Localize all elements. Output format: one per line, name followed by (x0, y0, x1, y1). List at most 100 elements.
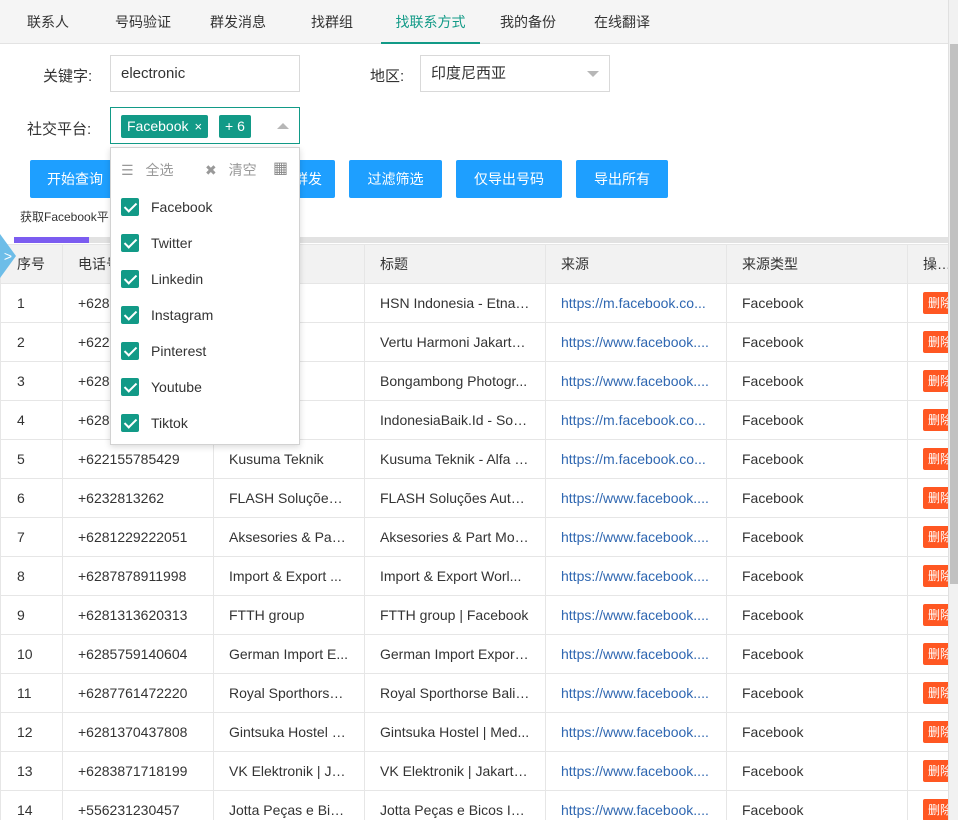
phone-cell: +6281370437808 (62, 712, 214, 752)
checkbox-checked-icon[interactable] (121, 198, 139, 216)
tab-online-translate[interactable]: 在线翻译 (586, 0, 658, 44)
dropdown-option-linkedin[interactable]: Linkedin (111, 261, 299, 297)
column-header[interactable]: 来源 (545, 244, 727, 284)
tab-find-groups[interactable]: 找群组 (304, 0, 360, 44)
tab-my-backup[interactable]: 我的备份 (492, 0, 564, 44)
delete-button[interactable]: 删除 (923, 292, 948, 314)
source-link[interactable]: https://m.facebook.co... (545, 400, 727, 440)
source-link[interactable]: https://www.facebook.... (545, 478, 727, 518)
table-row: 11 +6287761472220 Royal Sporthorse ... Roya… (0, 673, 948, 713)
action-cell: 删除 (907, 712, 948, 752)
scrollbar-thumb[interactable] (950, 44, 958, 584)
tab-contacts[interactable]: 联系人 (20, 0, 76, 44)
delete-button[interactable]: 删除 (923, 565, 948, 587)
source-link[interactable]: https://m.facebook.co... (545, 283, 727, 323)
source-link[interactable]: https://m.facebook.co... (545, 439, 727, 479)
platform-multiselect[interactable]: Facebook × + 6 (110, 107, 300, 144)
delete-button[interactable]: 删除 (923, 721, 948, 743)
checkbox-checked-icon[interactable] (121, 306, 139, 324)
delete-button[interactable]: 删除 (923, 682, 948, 704)
title-cell: Jotta Peças e Bicos Inj... (364, 790, 546, 820)
delete-button[interactable]: 删除 (923, 604, 948, 626)
source-link[interactable]: https://www.facebook.... (545, 361, 727, 401)
source-link[interactable]: https://www.facebook.... (545, 712, 727, 752)
delete-button[interactable]: 删除 (923, 331, 948, 353)
row-number: 5 (0, 439, 63, 479)
clear-icon: ✖ (205, 162, 217, 178)
source-link[interactable]: https://www.facebook.... (545, 595, 727, 635)
title-cell: Vertu Harmoni Jakarta... (364, 322, 546, 362)
tab-number-verify[interactable]: 号码验证 (107, 0, 179, 44)
source-type-cell: Facebook (726, 361, 908, 401)
dropdown-option-pinterest[interactable]: Pinterest (111, 333, 299, 369)
source-link[interactable]: https://www.facebook.... (545, 322, 727, 362)
name-cell: Jotta Peças e Bico... (213, 790, 365, 820)
column-header[interactable]: 来源类型 (726, 244, 908, 284)
table-row: 14 +556231230457 Jotta Peças e Bico... Jott… (0, 790, 948, 820)
dropdown-toolbar: ☰ 全选 ✖ 清空 ▦ (111, 148, 299, 188)
region-value: 印度尼西亚 (431, 65, 507, 82)
page-scrollbar[interactable] (948, 0, 958, 820)
checkbox-checked-icon[interactable] (121, 342, 139, 360)
source-type-cell: Facebook (726, 517, 908, 557)
source-link[interactable]: https://www.facebook.... (545, 673, 727, 713)
checkbox-checked-icon[interactable] (121, 414, 139, 432)
source-type-cell: Facebook (726, 439, 908, 479)
region-select[interactable]: 印度尼西亚 (420, 55, 610, 92)
phone-cell: +6287878911998 (62, 556, 214, 596)
dropdown-option-youtube[interactable]: Youtube (111, 369, 299, 405)
checkbox-checked-icon[interactable] (121, 270, 139, 288)
option-label: Linkedin (151, 271, 204, 287)
row-number: 12 (0, 712, 63, 752)
row-number: 13 (0, 751, 63, 791)
phone-cell: +6281229222051 (62, 517, 214, 557)
action-cell: 删除 (907, 439, 948, 479)
title-cell: Aksesories & Part Mot... (364, 517, 546, 557)
source-link[interactable]: https://www.facebook.... (545, 751, 727, 791)
table-row: 7 +6281229222051 Aksesories & Part... Akses… (0, 517, 948, 557)
start-query-button[interactable]: 开始查询 (30, 160, 120, 198)
clear-option[interactable]: ✖ 清空 (205, 160, 257, 180)
action-cell: 删除 (907, 790, 948, 820)
export-numbers-button[interactable]: 仅导出号码 (456, 160, 562, 198)
action-cell: 删除 (907, 634, 948, 674)
tab-bulk-message[interactable]: 群发消息 (202, 0, 274, 44)
name-cell: German Import E... (213, 634, 365, 674)
delete-button[interactable]: 删除 (923, 760, 948, 782)
action-cell: 删除 (907, 478, 948, 518)
filter-button[interactable]: 过滤筛选 (349, 160, 442, 198)
delete-button[interactable]: 删除 (923, 409, 948, 431)
source-link[interactable]: https://www.facebook.... (545, 517, 727, 557)
column-header[interactable]: 操作 (907, 244, 948, 284)
delete-button[interactable]: 删除 (923, 448, 948, 470)
option-label: Facebook (151, 199, 213, 215)
checkbox-checked-icon[interactable] (121, 234, 139, 252)
dropdown-option-facebook[interactable]: Facebook (111, 189, 299, 225)
platform-chip-facebook: Facebook × (121, 115, 209, 138)
column-header[interactable]: 标题 (364, 244, 546, 284)
name-cell: Kusuma Teknik (213, 439, 365, 479)
delete-button[interactable]: 删除 (923, 643, 948, 665)
checkbox-checked-icon[interactable] (121, 378, 139, 396)
delete-button[interactable]: 删除 (923, 487, 948, 509)
close-icon[interactable]: × (194, 119, 202, 134)
option-label: Pinterest (151, 343, 207, 359)
grid-icon[interactable]: ▦ (273, 158, 288, 178)
source-link[interactable]: https://www.facebook.... (545, 556, 727, 596)
export-all-button[interactable]: 导出所有 (576, 160, 668, 198)
delete-button[interactable]: 删除 (923, 799, 948, 820)
source-type-cell: Facebook (726, 712, 908, 752)
source-type-cell: Facebook (726, 322, 908, 362)
keyword-input[interactable]: electronic (110, 55, 300, 92)
source-link[interactable]: https://www.facebook.... (545, 790, 727, 820)
delete-button[interactable]: 删除 (923, 526, 948, 548)
dropdown-option-tiktok[interactable]: Tiktok (111, 405, 299, 441)
delete-button[interactable]: 删除 (923, 370, 948, 392)
action-cell: 删除 (907, 517, 948, 557)
select-all-option[interactable]: ☰ 全选 (121, 160, 173, 180)
tab-find-contacts[interactable]: 找联系方式 (381, 0, 480, 44)
dropdown-option-twitter[interactable]: Twitter (111, 225, 299, 261)
source-link[interactable]: https://www.facebook.... (545, 634, 727, 674)
dropdown-option-instagram[interactable]: Instagram (111, 297, 299, 333)
title-cell: FTTH group | Facebook (364, 595, 546, 635)
